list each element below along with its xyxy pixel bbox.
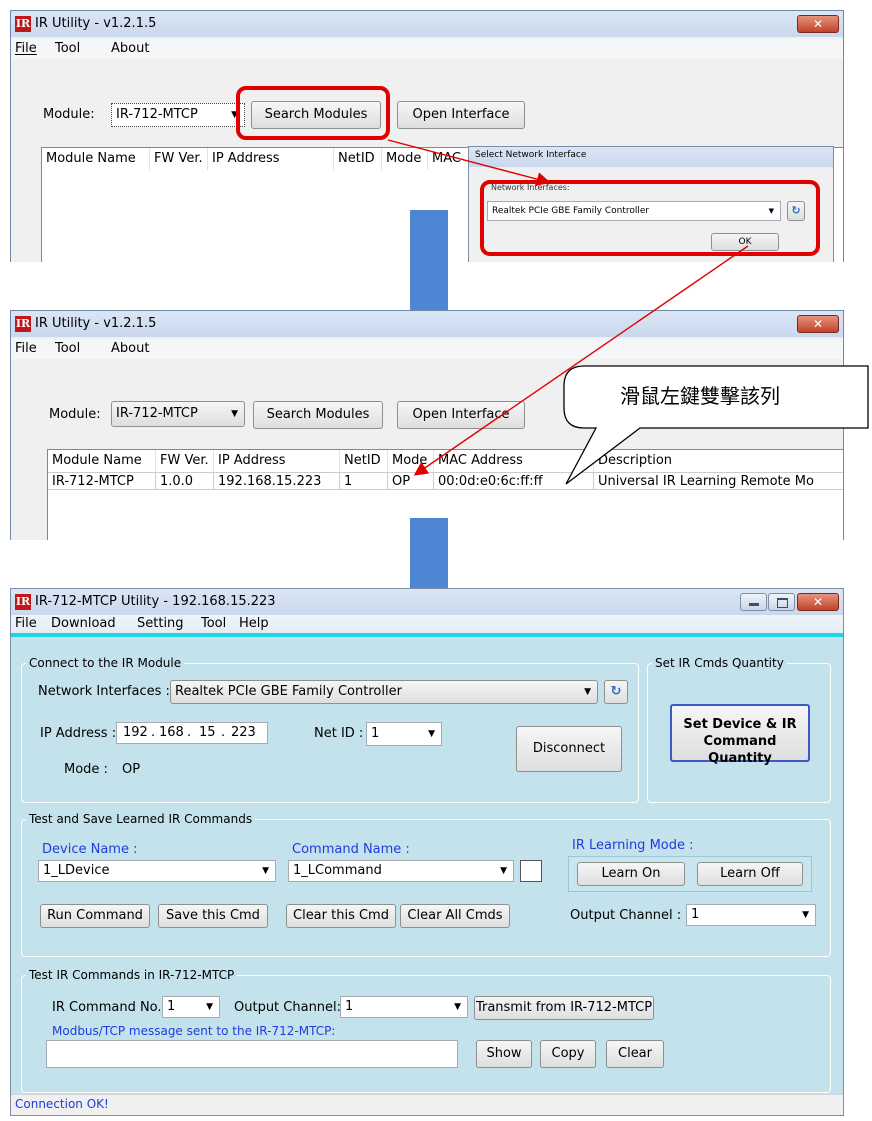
command-name-value: 1_LCommand [293, 863, 382, 878]
chevron-down-icon: ▼ [206, 1002, 213, 1012]
run-command-button[interactable]: Run Command [40, 904, 150, 928]
learn-on-button[interactable]: Learn On [577, 862, 685, 886]
clear-all-cmds-button[interactable]: Clear All Cmds [400, 904, 510, 928]
ip-address-field[interactable]: 192 . 168 . 15 . 223 [116, 722, 268, 744]
close-button[interactable]: ✕ [797, 593, 839, 611]
clear-button[interactable]: Clear [606, 1040, 664, 1068]
output-channel2-value: 1 [345, 999, 354, 1014]
net-id-select[interactable]: 1 ▼ [366, 722, 442, 746]
chevron-down-icon: ▼ [500, 866, 507, 876]
menu-help[interactable]: Help [239, 615, 269, 633]
ip-dot: . [151, 725, 156, 740]
refresh-icon[interactable]: ↻ [604, 680, 628, 704]
menu-bar: File Download Setting Tool Help [11, 615, 843, 637]
window-title: IR-712-MTCP Utility - 192.168.15.223 [35, 594, 276, 609]
menu-setting[interactable]: Setting [137, 615, 184, 633]
status-bar: Connection OK! [11, 1094, 843, 1115]
arrow-ok-to-mode [413, 245, 749, 476]
network-interface-select[interactable]: Realtek PCIe GBE Family Controller ▼ [170, 680, 598, 704]
save-cmd-button[interactable]: Save this Cmd [158, 904, 268, 928]
menu-download[interactable]: Download [51, 615, 116, 633]
output-channel2-select[interactable]: 1 ▼ [340, 996, 468, 1018]
menu-tool[interactable]: Tool [201, 615, 226, 633]
learning-mode-frame: Learn On Learn Off [568, 856, 812, 892]
modbus-message-field[interactable] [46, 1040, 458, 1068]
ir-logo-icon: IR [15, 594, 31, 610]
set-quantity-line1: Set Device & IR [683, 717, 797, 732]
ir-712-mtcp-utility-window: IR IR-712-MTCP Utility - 192.168.15.223 … [10, 588, 844, 1116]
ip-octet-4[interactable]: 223 [231, 725, 256, 740]
menu-file[interactable]: File [15, 615, 37, 633]
status-text: Connection OK! [15, 1097, 109, 1111]
ip-octet-1[interactable]: 192 [123, 725, 148, 740]
clear-cmd-button[interactable]: Clear this Cmd [286, 904, 396, 928]
copy-button[interactable]: Copy [540, 1040, 596, 1068]
test-ir-group: Test IR Commands in IR-712-MTCP IR Comma… [21, 967, 831, 1093]
show-button[interactable]: Show [476, 1040, 532, 1068]
chevron-down-icon: ▼ [802, 910, 809, 920]
cmds-quantity-group: Set IR Cmds Quantity Set Device & IR Com… [647, 655, 831, 803]
cmds-quantity-group-label: Set IR Cmds Quantity [652, 655, 787, 671]
net-id-label: Net ID : [314, 726, 364, 741]
command-name-select[interactable]: 1_LCommand ▼ [288, 860, 514, 882]
test-save-group: Test and Save Learned IR Commands Device… [21, 811, 831, 957]
title-bar: IR IR-712-MTCP Utility - 192.168.15.223 … [11, 589, 843, 615]
annotation-arrows [387, 139, 749, 476]
output-channel-value: 1 [691, 907, 700, 922]
maximize-button[interactable] [768, 593, 795, 611]
ip-address-label: IP Address : [40, 726, 117, 741]
network-interfaces-label: Network Interfaces : [38, 684, 170, 699]
chevron-down-icon: ▼ [454, 1002, 461, 1012]
arrow-search-to-dialog [387, 139, 551, 186]
command-name-label: Command Name : [292, 842, 410, 857]
output-channel2-label: Output Channel: [234, 1000, 342, 1015]
modbus-label: Modbus/TCP message sent to the IR-712-MT… [52, 1024, 336, 1038]
output-channel-select[interactable]: 1 ▼ [686, 904, 816, 926]
ip-octet-2[interactable]: 168 [159, 725, 184, 740]
ip-dot: . [187, 725, 192, 740]
device-name-value: 1_LDevice [43, 863, 110, 878]
minimize-icon [749, 603, 759, 606]
net-id-value: 1 [371, 726, 380, 741]
set-quantity-button[interactable]: Set Device & IR Command Quantity [670, 704, 810, 766]
device-name-select[interactable]: 1_LDevice ▼ [38, 860, 276, 882]
ir-command-no-label: IR Command No.: [52, 1000, 166, 1015]
device-name-label: Device Name : [42, 842, 138, 857]
minimize-button[interactable] [740, 593, 767, 611]
chevron-down-icon: ▼ [584, 687, 591, 697]
ir-learning-mode-label: IR Learning Mode : [572, 838, 694, 853]
set-quantity-line2: Command Quantity [703, 734, 777, 766]
output-channel-label: Output Channel : [570, 908, 682, 923]
learn-off-button[interactable]: Learn Off [697, 862, 803, 886]
ip-octet-3[interactable]: 15 [199, 725, 216, 740]
chevron-down-icon: ▼ [262, 866, 269, 876]
command-indicator [520, 860, 542, 882]
connect-group-label: Connect to the IR Module [26, 655, 185, 671]
ir-command-no-select[interactable]: 1 ▼ [162, 996, 220, 1018]
mode-value: OP [122, 762, 141, 777]
ip-dot: . [221, 725, 226, 740]
ir-command-no-value: 1 [167, 999, 176, 1014]
connect-group: Connect to the IR Module Network Interfa… [21, 655, 639, 803]
test-ir-group-label: Test IR Commands in IR-712-MTCP [26, 967, 238, 983]
mode-label: Mode : [64, 762, 108, 777]
test-save-group-label: Test and Save Learned IR Commands [26, 811, 256, 827]
chevron-down-icon: ▼ [428, 729, 435, 739]
disconnect-button[interactable]: Disconnect [516, 726, 622, 772]
transmit-button[interactable]: Transmit from IR-712-MTCP [474, 996, 654, 1020]
network-interface-value: Realtek PCIe GBE Family Controller [175, 684, 402, 699]
maximize-icon [777, 598, 788, 608]
